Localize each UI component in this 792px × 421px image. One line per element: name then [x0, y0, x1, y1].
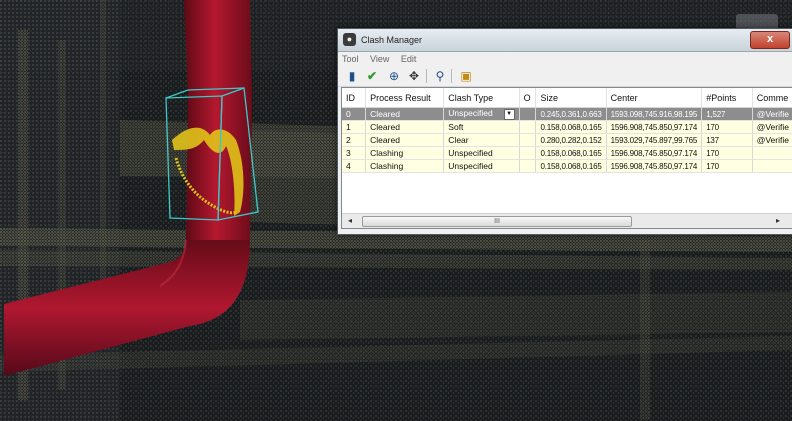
col-center[interactable]: Center: [606, 88, 703, 108]
cell-o: [519, 146, 537, 160]
cell-process-result[interactable]: Cleared: [365, 120, 445, 134]
col-size[interactable]: Size: [535, 88, 607, 108]
cell-process-result[interactable]: Clashing: [365, 146, 445, 160]
cell-clash-type[interactable]: Unspecified: [443, 159, 520, 173]
cell-process-result[interactable]: Cleared: [365, 133, 445, 147]
cell-size: 0.245,0.361,0.663: [535, 107, 607, 121]
cell-clash-type[interactable]: Clear: [443, 133, 520, 147]
cell-process-result[interactable]: Cleared: [365, 107, 445, 121]
col-clash-type[interactable]: Clash Type: [443, 88, 520, 108]
menu-tool[interactable]: Tool: [342, 54, 359, 64]
window-title: Clash Manager: [361, 35, 423, 45]
menu-view[interactable]: View: [370, 54, 389, 64]
cell-center: 1593.098,745.916,98.195: [606, 107, 703, 121]
cell-o: [519, 133, 537, 147]
cell-id: 0: [342, 107, 367, 121]
zoom-clash-icon[interactable]: ⊕: [386, 68, 402, 84]
cell-center: 1596.908,745.850,97.174: [606, 146, 703, 160]
cell-process-result[interactable]: Clashing: [365, 159, 445, 173]
clash-manager-window: ● Clash Manager x Tool View Edit ▮ ✔ ⊕ ✥…: [337, 28, 792, 235]
app-logo-icon: ●: [343, 33, 356, 46]
scroll-left-arrow-icon[interactable]: ◂: [344, 215, 356, 227]
close-button[interactable]: x: [750, 31, 790, 49]
col-comment[interactable]: Comme: [752, 88, 792, 108]
cell-points: 1,527: [701, 107, 753, 121]
table-header: ID Process Result Clash Type O Size Cent…: [342, 88, 792, 108]
cell-comment[interactable]: [752, 146, 792, 160]
cell-o: [519, 107, 537, 121]
cell-clash-type[interactable]: Unspecified: [443, 146, 520, 160]
cell-clash-type[interactable]: Soft: [443, 120, 520, 134]
cell-size: 0.158,0.068,0.165: [535, 146, 607, 160]
cell-id: 2: [342, 133, 367, 147]
table-row[interactable]: 1 Cleared Soft 0.158,0.068,0.165 1596.90…: [342, 120, 792, 134]
title-bar[interactable]: ● Clash Manager x: [338, 29, 792, 52]
cell-points: 170: [701, 159, 753, 173]
find-icon[interactable]: ⚲: [432, 68, 448, 84]
col-id[interactable]: ID: [342, 88, 367, 108]
cell-center: 1593.029,745.897,99.765: [606, 133, 703, 147]
checkmark-icon[interactable]: ✔: [364, 68, 380, 84]
table-row[interactable]: 2 Cleared Clear 0.280,0.282,0.152 1593.0…: [342, 133, 792, 147]
chevron-down-icon[interactable]: ▼: [503, 109, 515, 120]
menu-edit[interactable]: Edit: [401, 54, 417, 64]
report-icon[interactable]: ▣: [458, 68, 474, 84]
cell-comment[interactable]: [752, 159, 792, 173]
cell-comment[interactable]: @Verifie: [752, 107, 792, 121]
cell-center: 1596.908,745.850,97.174: [606, 120, 703, 134]
col-points[interactable]: #Points: [701, 88, 753, 108]
toolbar-separator: [426, 69, 427, 83]
cell-points: 170: [701, 146, 753, 160]
move-icon[interactable]: ✥: [406, 68, 422, 84]
clash-table[interactable]: ID Process Result Clash Type O Size Cent…: [341, 87, 792, 229]
cell-id: 3: [342, 146, 367, 160]
cell-clash-type[interactable]: Unspecified ▼: [443, 107, 520, 121]
cell-center: 1596.908,745.850,97.174: [606, 159, 703, 173]
cell-points: 137: [701, 133, 753, 147]
cell-size: 0.158,0.068,0.165: [535, 159, 607, 173]
cell-o: [519, 120, 537, 134]
cell-points: 170: [701, 120, 753, 134]
horizontal-scrollbar[interactable]: ◂ III ▸: [342, 213, 792, 228]
cell-id: 4: [342, 159, 367, 173]
col-o[interactable]: O: [519, 88, 537, 108]
binoculars-add-icon[interactable]: ▮: [344, 68, 360, 84]
scrollbar-thumb[interactable]: III: [362, 216, 632, 227]
toolbar-separator: [451, 69, 452, 83]
menu-bar: Tool View Edit: [338, 52, 792, 66]
col-process-result[interactable]: Process Result: [365, 88, 445, 108]
table-row[interactable]: 4 Clashing Unspecified 0.158,0.068,0.165…: [342, 159, 792, 173]
cell-o: [519, 159, 537, 173]
toolbar: ▮ ✔ ⊕ ✥ ⚲ ▣: [338, 66, 792, 87]
cell-comment[interactable]: @Verifie: [752, 133, 792, 147]
cell-size: 0.158,0.068,0.165: [535, 120, 607, 134]
cell-comment[interactable]: @Verifie: [752, 120, 792, 134]
clash-type-value: Unspecified: [448, 108, 493, 118]
cell-size: 0.280,0.282,0.152: [535, 133, 607, 147]
scroll-right-arrow-icon[interactable]: ▸: [772, 215, 784, 227]
cell-id: 1: [342, 120, 367, 134]
table-row[interactable]: 0 Cleared Unspecified ▼ 0.245,0.361,0.663…: [342, 107, 792, 121]
table-row[interactable]: 3 Clashing Unspecified 0.158,0.068,0.165…: [342, 146, 792, 160]
